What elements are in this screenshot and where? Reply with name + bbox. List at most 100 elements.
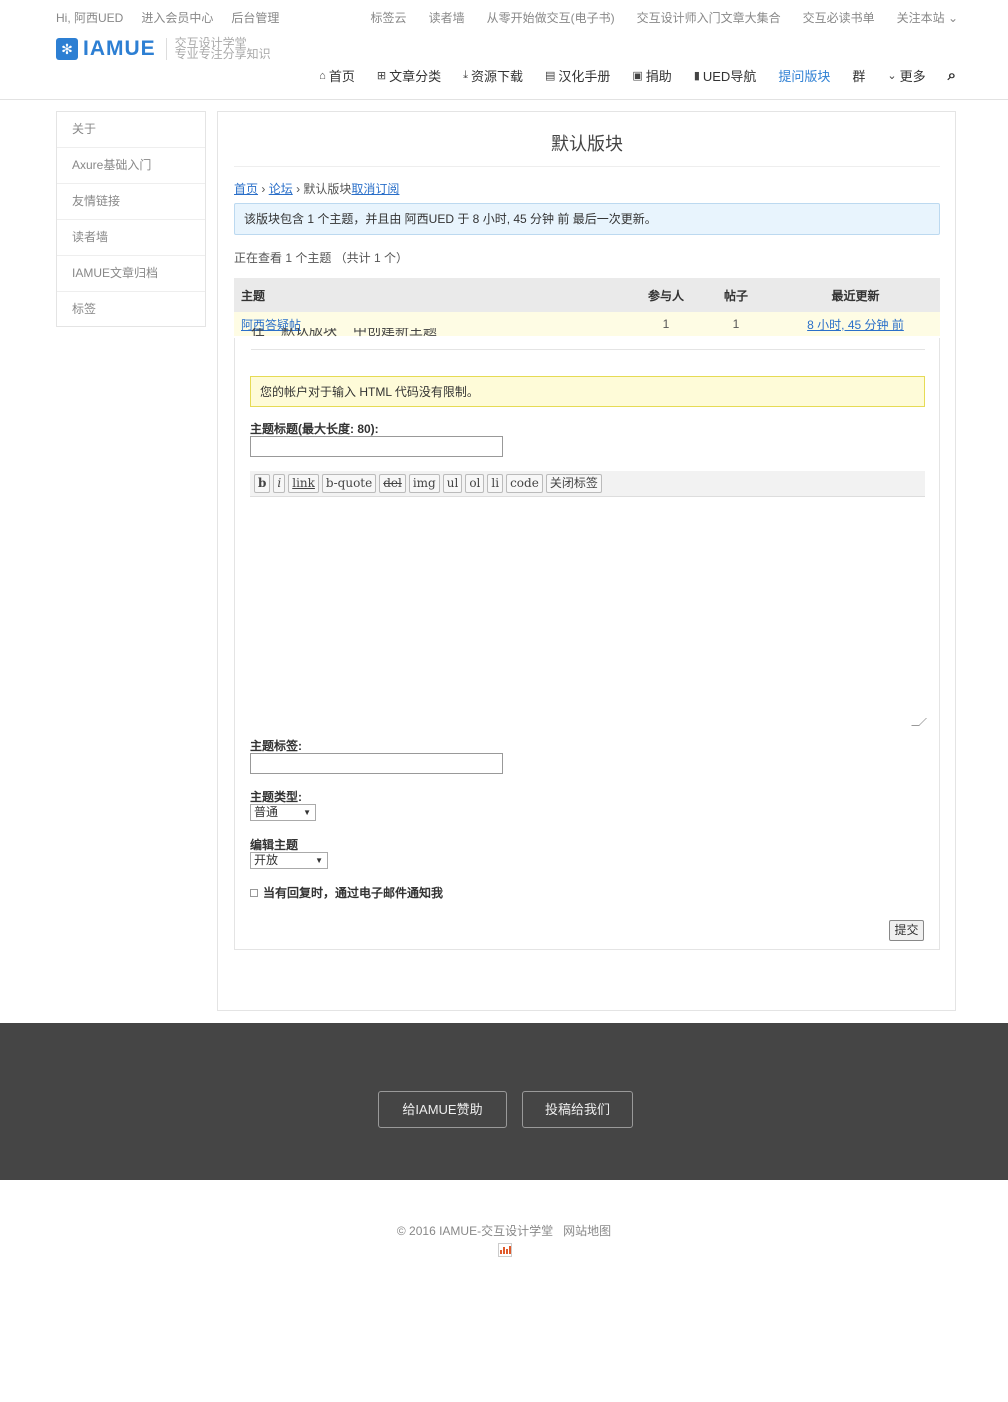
italic-button[interactable]: i: [273, 474, 286, 493]
code-button[interactable]: code: [506, 474, 543, 493]
nav-label: 提问版块: [778, 69, 831, 84]
sidebar-item-archive[interactable]: IAMUE文章归档: [57, 256, 205, 292]
atom-icon: ✻: [56, 38, 78, 60]
type-label: 主题类型:: [250, 790, 302, 804]
sponsor-button[interactable]: 给IAMUE赞助: [378, 1091, 507, 1128]
greeting-link[interactable]: Hi, 阿西UED: [56, 9, 123, 26]
logo-divider: [165, 38, 167, 60]
topic-content-textarea[interactable]: [250, 498, 927, 728]
download-icon: ⤓: [463, 69, 468, 81]
follow-dropdown[interactable]: 关注本站 ⌄: [897, 9, 958, 26]
breadcrumb-separator: ›: [296, 182, 301, 196]
legend-forum: 默认版块: [281, 328, 337, 338]
stats-icon[interactable]: [498, 1243, 512, 1257]
dropdown-arrow-icon: ▼: [315, 856, 323, 865]
nav-questions[interactable]: 提问版块: [778, 66, 830, 85]
sidebar-item-axure[interactable]: Axure基础入门: [57, 148, 205, 184]
tags-label: 主题标签:: [250, 739, 302, 753]
img-button[interactable]: img: [408, 474, 440, 493]
admin-link[interactable]: 后台管理: [231, 9, 279, 26]
bookmark-icon: ▮: [693, 70, 700, 82]
ol-button[interactable]: ol: [465, 474, 485, 493]
col-voices: 参与人: [631, 278, 701, 312]
home-icon: ⌂: [319, 69, 326, 82]
col-freshness: 最近更新: [771, 278, 940, 312]
ebook-link[interactable]: 从零开始做交互(电子书): [487, 9, 615, 26]
nav-label: UED导航: [702, 69, 757, 84]
nav-downloads[interactable]: ⤓ 资源下载: [463, 66, 523, 85]
sidebar-item-links[interactable]: 友情链接: [57, 184, 205, 220]
nav-home[interactable]: ⌂ 首页: [319, 66, 355, 85]
topbar-right: 标签云 读者墙 从零开始做交互(电子书) 交互设计师入门文章大集合 交互必读书单…: [371, 9, 958, 26]
site-logo[interactable]: ✻ IAMUE 交互设计学堂 专业专注分享知识: [56, 37, 271, 61]
notify-row: 当有回复时，通过电子邮件通知我: [250, 884, 443, 901]
title-label: 主题标题(最大长度: 80):: [250, 422, 379, 436]
nav-label: 更多: [899, 69, 926, 84]
booklist-link[interactable]: 交互必读书单: [803, 9, 875, 26]
close-tags-button[interactable]: 关闭标签: [545, 474, 602, 493]
sidebar-item-tags[interactable]: 标签: [57, 292, 205, 328]
articles-collection-link[interactable]: 交互设计师入门文章大集合: [637, 9, 781, 26]
resize-handle[interactable]: [911, 718, 927, 726]
sidebar-item-readers[interactable]: 读者墙: [57, 220, 205, 256]
breadcrumb: 首页 › 论坛 › 默认版块取消订阅: [234, 180, 399, 197]
search-button[interactable]: ⌕: [948, 66, 956, 85]
nav-label: 资源下载: [470, 69, 523, 84]
breadcrumb-forums[interactable]: 论坛: [269, 182, 293, 196]
col-posts: 帖子: [701, 278, 771, 312]
money-icon: ▣: [632, 70, 643, 82]
form-legend: 在 默认版块 中创建新主题: [251, 328, 925, 350]
topbar-left: Hi, 阿西UED 进入会员中心 后台管理: [56, 9, 279, 26]
new-topic-form: 在 默认版块 中创建新主题 您的帐户对于输入 HTML 代码没有限制。 主题标题(最…: [234, 328, 940, 950]
contribute-button[interactable]: 投稿给我们: [522, 1091, 633, 1128]
tag-cloud-link[interactable]: 标签云: [371, 9, 407, 26]
main-nav: ⌂ 首页 ⊞ 文章分类 ⤓ 资源下载 ▤ 汉化手册 ▣ 捐助 ▮ UED导航 提…: [319, 66, 956, 85]
nav-categories[interactable]: ⊞ 文章分类: [377, 66, 441, 85]
nav-manual[interactable]: ▤ 汉化手册: [545, 66, 610, 85]
blockquote-button[interactable]: b-quote: [321, 474, 377, 493]
sitemap-icon: ⊞: [376, 70, 387, 82]
copyright-text: © 2016 IAMUE-交互设计学堂: [396, 1224, 554, 1238]
nav-label: 文章分类: [389, 69, 442, 84]
topic-type-value: 普通: [254, 805, 279, 819]
dropdown-arrow-icon: ▼: [303, 808, 311, 817]
breadcrumb-home[interactable]: 首页: [234, 182, 258, 196]
sidebar-item-about[interactable]: 关于: [57, 112, 205, 148]
nav-label: 首页: [328, 69, 355, 84]
topic-status-value: 开放: [254, 853, 279, 867]
search-icon: ⌕: [947, 67, 956, 84]
topic-tags-input[interactable]: [250, 753, 503, 774]
legend-suffix: 中创建新主题: [353, 328, 437, 338]
breadcrumb-separator: ›: [261, 182, 266, 196]
sitemap-link[interactable]: 网站地图: [563, 1224, 611, 1238]
nav-label: 汉化手册: [558, 69, 611, 84]
ul-button[interactable]: ul: [442, 474, 463, 493]
topic-count: 正在查看 1 个主题 （共计 1 个）: [234, 251, 409, 265]
link-button[interactable]: link: [288, 474, 319, 493]
nav-donate[interactable]: ▣ 捐助: [632, 66, 671, 85]
file-icon: ▤: [544, 70, 556, 82]
submit-button[interactable]: 提交: [889, 920, 924, 941]
topic-status-select[interactable]: 开放 ▼: [250, 852, 328, 869]
notify-checkbox[interactable]: [250, 888, 258, 897]
li-button[interactable]: li: [487, 474, 504, 493]
site-header: Hi, 阿西UED 进入会员中心 后台管理 标签云 读者墙 从零开始做交互(电子…: [0, 0, 1008, 100]
page-title: 默认版块: [234, 130, 940, 167]
unsubscribe-link[interactable]: 取消订阅: [351, 182, 399, 196]
nav-ued-guide[interactable]: ▮ UED导航: [694, 66, 757, 85]
chevron-circle-icon: ⌄: [887, 70, 897, 82]
table-header-row: 主题 参与人 帖子 最近更新: [234, 278, 940, 312]
del-button[interactable]: del: [379, 474, 406, 493]
topic-title-input[interactable]: [250, 436, 503, 457]
member-center-link[interactable]: 进入会员中心: [141, 9, 213, 26]
nav-more[interactable]: ⌄ 更多: [887, 66, 925, 85]
slogan-line-2: 专业专注分享知识: [174, 47, 271, 61]
bold-button[interactable]: b: [254, 474, 271, 493]
copyright: © 2016 IAMUE-交互设计学堂 网站地图: [0, 1222, 1008, 1239]
topic-type-select[interactable]: 普通 ▼: [250, 804, 316, 821]
readers-wall-link[interactable]: 读者墙: [429, 9, 465, 26]
main-content: 默认版块 首页 › 论坛 › 默认版块取消订阅 该版块包含 1 个主题，并且由 …: [217, 111, 956, 1011]
logo-slogan: 交互设计学堂 专业专注分享知识: [174, 37, 271, 61]
forum-info-notice: 该版块包含 1 个主题，并且由 阿西UED 于 8 小时, 45 分钟 前 最后…: [234, 203, 940, 235]
nav-group[interactable]: 群: [852, 66, 865, 85]
